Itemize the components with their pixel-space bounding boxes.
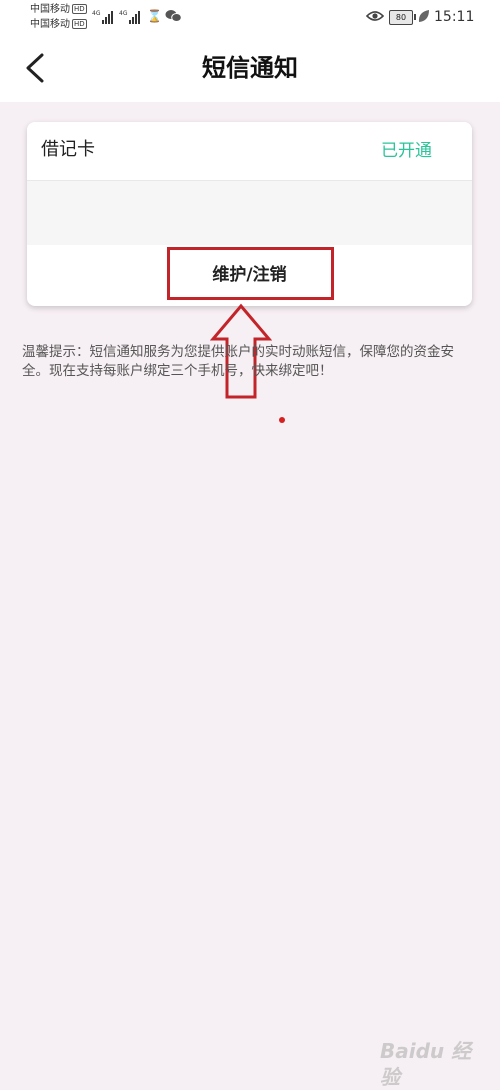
battery-indicator: 80 xyxy=(389,10,416,25)
watermark-text: Baidu 经验 xyxy=(380,1039,472,1089)
watermark-logo: Baidu 经验 xyxy=(380,1030,490,1089)
carrier-label-1: 中国移动 HD xyxy=(30,4,87,15)
account-row[interactable]: 借记卡 已开通 xyxy=(27,122,472,181)
leaf-icon xyxy=(417,9,430,26)
wechat-icon xyxy=(165,9,182,26)
hd-badge-1: HD xyxy=(72,4,87,14)
account-type-label: 借记卡 xyxy=(41,139,95,160)
account-card: 借记卡 已开通 维护/注销 xyxy=(27,122,472,306)
signal-icon-2: 4G xyxy=(119,10,141,24)
header-bar: 短信通知 xyxy=(0,34,500,102)
maintain-cancel-button[interactable]: 维护/注销 xyxy=(27,245,472,306)
eye-icon xyxy=(365,9,385,26)
signal-icon: 4G xyxy=(92,10,114,24)
carrier-label-2: 中国移动 HD xyxy=(30,19,87,30)
clock: 15:11 xyxy=(434,9,475,25)
hourglass-icon: ⌛ xyxy=(147,9,162,23)
hd-badge-2: HD xyxy=(72,19,87,29)
status-label: 已开通 xyxy=(381,141,432,161)
page-title: 短信通知 xyxy=(202,54,298,82)
card-blank-area xyxy=(27,181,472,245)
status-bar: 中国移动 HD 中国移动 HD 4G 4G ⌛ 80 15:11 xyxy=(0,0,500,34)
tip-text: 温馨提示：短信通知服务为您提供账户的实时动账短信，保障您的资金安全。现在支持每账… xyxy=(22,344,454,379)
red-dot-mark xyxy=(279,417,285,423)
